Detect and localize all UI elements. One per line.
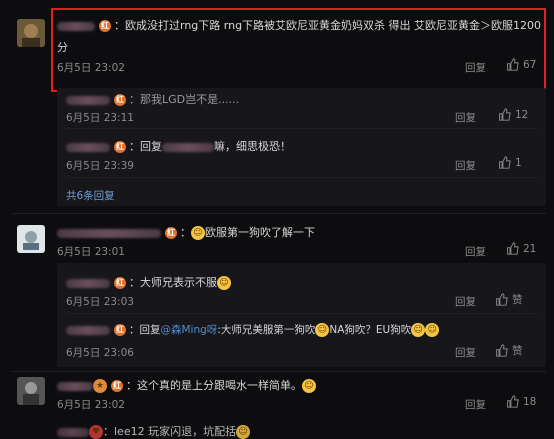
like-button[interactable]: 67 bbox=[506, 58, 536, 71]
comment-text: ♥ ：lee12 玩家闪退，坑配括 ☺ bbox=[57, 423, 251, 439]
thumbs-up-icon bbox=[496, 344, 508, 357]
more-replies-link[interactable]: 共6条回复 bbox=[66, 188, 115, 203]
thumbs-up-icon bbox=[496, 293, 508, 306]
reply-text: 红：那我LGD岂不是...... bbox=[66, 91, 239, 107]
timestamp: 6月5日 23:02 bbox=[57, 399, 125, 411]
reply-button[interactable]: 回复 bbox=[465, 397, 486, 412]
like-button[interactable]: 21 bbox=[506, 242, 536, 255]
reply-text: 红：回复@森Ming呀:大师兄美服第一狗吹 ☺ NA狗吹？EU狗吹 ☺ ☺ bbox=[66, 322, 440, 337]
timestamp: 6月5日 23:11 bbox=[66, 112, 134, 124]
reply-text: 红：回复 嘛，细思极恐！ bbox=[66, 138, 291, 154]
thumbs-up-icon bbox=[499, 156, 511, 169]
reply-button[interactable]: 回复 bbox=[455, 110, 476, 125]
level-badge-icon: 红 bbox=[114, 277, 126, 289]
emoji-icon: ☺ bbox=[217, 276, 231, 290]
avatar[interactable] bbox=[17, 377, 45, 405]
divider bbox=[66, 128, 538, 129]
divider bbox=[12, 213, 546, 214]
avatar[interactable] bbox=[17, 19, 45, 47]
blurred-username[interactable] bbox=[66, 95, 110, 105]
like-button[interactable]: 1 bbox=[498, 156, 522, 169]
level-badge-icon: 红 bbox=[165, 227, 177, 239]
blurred-username[interactable] bbox=[66, 142, 110, 152]
emoji-icon: ♥ bbox=[89, 425, 103, 439]
level-badge-icon: 红 bbox=[114, 94, 126, 106]
timestamp: 6月5日 23:03 bbox=[66, 296, 134, 308]
like-button[interactable]: 赞 bbox=[495, 343, 523, 358]
avatar[interactable] bbox=[17, 225, 45, 253]
comment-text: 红： ☺ 欧服第一狗吹了解一下 bbox=[57, 224, 315, 240]
blurred-mention[interactable] bbox=[162, 142, 214, 152]
reply-button[interactable]: 回复 bbox=[455, 345, 476, 360]
thumbs-up-icon bbox=[499, 108, 511, 121]
like-button[interactable]: 12 bbox=[498, 108, 528, 121]
emoji-icon: ☺ bbox=[315, 323, 330, 337]
reply-button[interactable]: 回复 bbox=[465, 244, 486, 259]
like-button[interactable]: 18 bbox=[506, 395, 536, 408]
emoji-icon: ☺ bbox=[236, 425, 251, 439]
timestamp: 6月5日 23:01 bbox=[57, 246, 125, 258]
thumbs-up-icon bbox=[507, 242, 519, 255]
blurred-username[interactable] bbox=[66, 278, 110, 288]
level-badge-icon: 红 bbox=[99, 20, 111, 32]
timestamp: 6月5日 23:06 bbox=[66, 347, 134, 359]
timestamp: 6月5日 23:02 bbox=[57, 62, 125, 74]
reply-text: 红：大师兄表示不服 ☺ bbox=[66, 274, 231, 290]
blurred-username[interactable] bbox=[57, 228, 161, 238]
thumbs-up-icon bbox=[507, 395, 519, 408]
blurred-username[interactable] bbox=[57, 427, 89, 437]
mention-link[interactable]: @森Ming呀 bbox=[161, 324, 218, 336]
reply-button[interactable]: 回复 bbox=[465, 60, 486, 75]
comment-text: 红：欧成没打过rng下路 rng下路被艾欧尼亚黄金奶妈双杀 得出 艾欧尼亚黄金＞… bbox=[57, 17, 541, 33]
timestamp: 6月5日 23:39 bbox=[66, 160, 134, 172]
divider bbox=[66, 313, 538, 314]
blurred-username[interactable] bbox=[66, 325, 110, 335]
emoji-icon: ☺ bbox=[425, 323, 440, 337]
comment-text-cont: 分 bbox=[57, 41, 68, 54]
emoji-icon: ★ bbox=[93, 379, 107, 393]
comment-text: ★ 红：这个真的是上分跟喝水一样简单。 ☺ bbox=[57, 377, 316, 393]
level-badge-icon: 红 bbox=[114, 324, 126, 336]
reply-button[interactable]: 回复 bbox=[455, 294, 476, 309]
divider bbox=[66, 177, 538, 178]
divider bbox=[12, 371, 546, 372]
emoji-icon: ☺ bbox=[411, 323, 426, 337]
like-button[interactable]: 赞 bbox=[495, 292, 523, 307]
blurred-username[interactable] bbox=[57, 381, 93, 391]
level-badge-icon: 红 bbox=[114, 141, 126, 153]
blurred-username[interactable] bbox=[57, 21, 95, 31]
level-badge-icon: 红 bbox=[111, 380, 123, 392]
emoji-icon: ☺ bbox=[191, 226, 205, 240]
thumbs-up-icon bbox=[507, 58, 519, 71]
reply-button[interactable]: 回复 bbox=[455, 158, 476, 173]
emoji-icon: ☺ bbox=[302, 379, 316, 393]
